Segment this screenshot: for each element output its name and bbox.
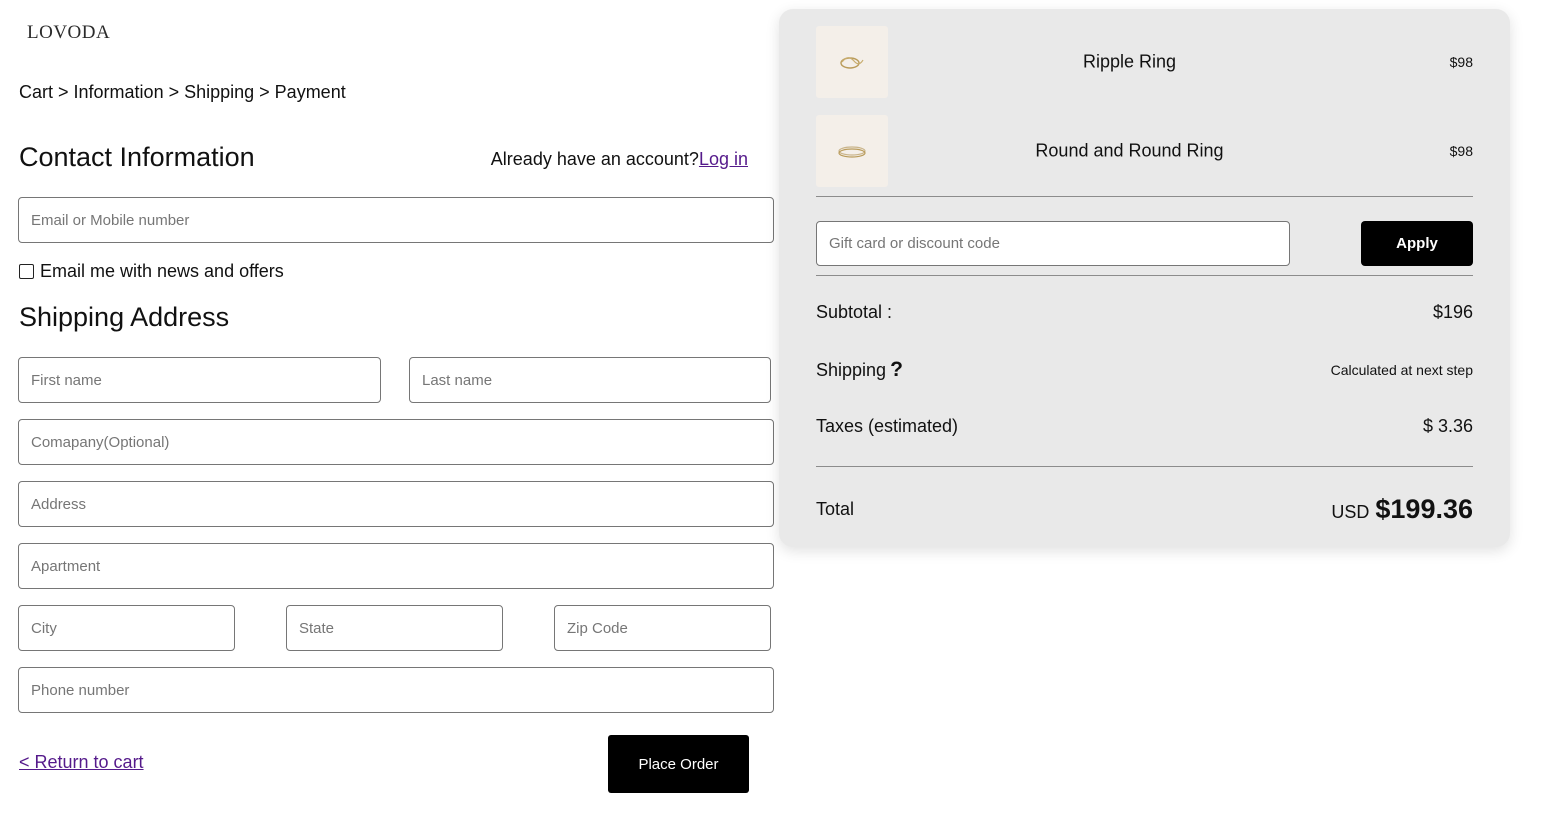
apply-discount-button[interactable]: Apply bbox=[1361, 221, 1473, 266]
breadcrumb-separator: > bbox=[53, 82, 74, 102]
subtotal-label: Subtotal : bbox=[816, 302, 893, 322]
phone-field[interactable] bbox=[18, 667, 774, 713]
return-to-cart-link[interactable]: < Return to cart bbox=[19, 752, 144, 773]
cart-item: Ripple Ring $98 bbox=[816, 26, 1473, 98]
taxes-value: $ 3.36 bbox=[1422, 416, 1473, 436]
address-field[interactable] bbox=[18, 481, 774, 527]
total-currency: USD bbox=[1331, 502, 1370, 522]
shipping-title: Shipping Address bbox=[19, 302, 230, 332]
breadcrumb-cart[interactable]: Cart bbox=[19, 82, 53, 102]
divider bbox=[816, 275, 1473, 276]
divider bbox=[816, 196, 1473, 197]
discount-code-input[interactable] bbox=[816, 221, 1290, 266]
item-name: Ripple Ring bbox=[1082, 51, 1177, 72]
breadcrumb-shipping: Shipping bbox=[184, 82, 255, 102]
taxes-row: Taxes (estimated) $ 3.36 bbox=[816, 416, 1473, 437]
newsletter-label: Email me with news and offers bbox=[40, 261, 284, 281]
apartment-field[interactable] bbox=[18, 543, 774, 589]
first-name-field[interactable] bbox=[18, 357, 381, 403]
total-row: Total USD $199.36 bbox=[816, 494, 1473, 525]
email-field[interactable] bbox=[18, 197, 774, 243]
taxes-label: Taxes (estimated) bbox=[816, 416, 959, 436]
ripple-ring-icon bbox=[840, 57, 864, 69]
account-prompt: Already have an account?Log in bbox=[491, 149, 748, 170]
company-field[interactable] bbox=[18, 419, 774, 465]
newsletter-checkbox[interactable] bbox=[19, 264, 34, 279]
breadcrumb: Cart > Information > Shipping > Payment bbox=[19, 82, 346, 103]
city-field[interactable] bbox=[18, 605, 235, 651]
item-name: Round and Round Ring bbox=[1035, 140, 1224, 161]
breadcrumb-information: Information bbox=[73, 82, 164, 102]
shipping-value: Calculated at next step bbox=[1330, 362, 1473, 378]
divider bbox=[816, 466, 1473, 467]
ring-image bbox=[816, 115, 888, 187]
newsletter-option[interactable]: Email me with news and offers bbox=[19, 261, 284, 282]
contact-title: Contact Information bbox=[19, 142, 255, 172]
place-order-button[interactable]: Place Order bbox=[608, 735, 749, 793]
shipping-label-group: Shipping? bbox=[816, 358, 903, 382]
item-price: $98 bbox=[1449, 54, 1473, 70]
account-prompt-text: Already have an account? bbox=[490, 149, 699, 169]
subtotal-value: $196 bbox=[1432, 302, 1473, 322]
breadcrumb-separator: > bbox=[163, 82, 185, 102]
login-link[interactable]: Log in bbox=[699, 149, 748, 169]
order-summary: Ripple Ring $98 Round and Round Ring $98… bbox=[779, 9, 1510, 547]
total-value-group: USD $199.36 bbox=[1331, 494, 1473, 525]
cart-item: Round and Round Ring $98 bbox=[816, 115, 1473, 187]
zip-code-field[interactable] bbox=[554, 605, 771, 651]
item-price: $98 bbox=[1449, 143, 1473, 159]
help-icon[interactable]: ? bbox=[890, 358, 903, 381]
state-field[interactable] bbox=[286, 605, 503, 651]
subtotal-row: Subtotal : $196 bbox=[816, 302, 1473, 323]
shipping-label: Shipping bbox=[816, 360, 887, 380]
ring-image bbox=[816, 26, 888, 98]
total-amount: $199.36 bbox=[1375, 494, 1473, 524]
brand-logo[interactable]: LOVODA bbox=[27, 22, 110, 44]
breadcrumb-separator: > bbox=[254, 82, 275, 102]
last-name-field[interactable] bbox=[409, 357, 771, 403]
shipping-row: Shipping? Calculated at next step bbox=[816, 358, 1473, 382]
round-ring-icon bbox=[838, 146, 866, 158]
total-label: Total bbox=[816, 499, 855, 519]
breadcrumb-payment: Payment bbox=[274, 82, 346, 102]
